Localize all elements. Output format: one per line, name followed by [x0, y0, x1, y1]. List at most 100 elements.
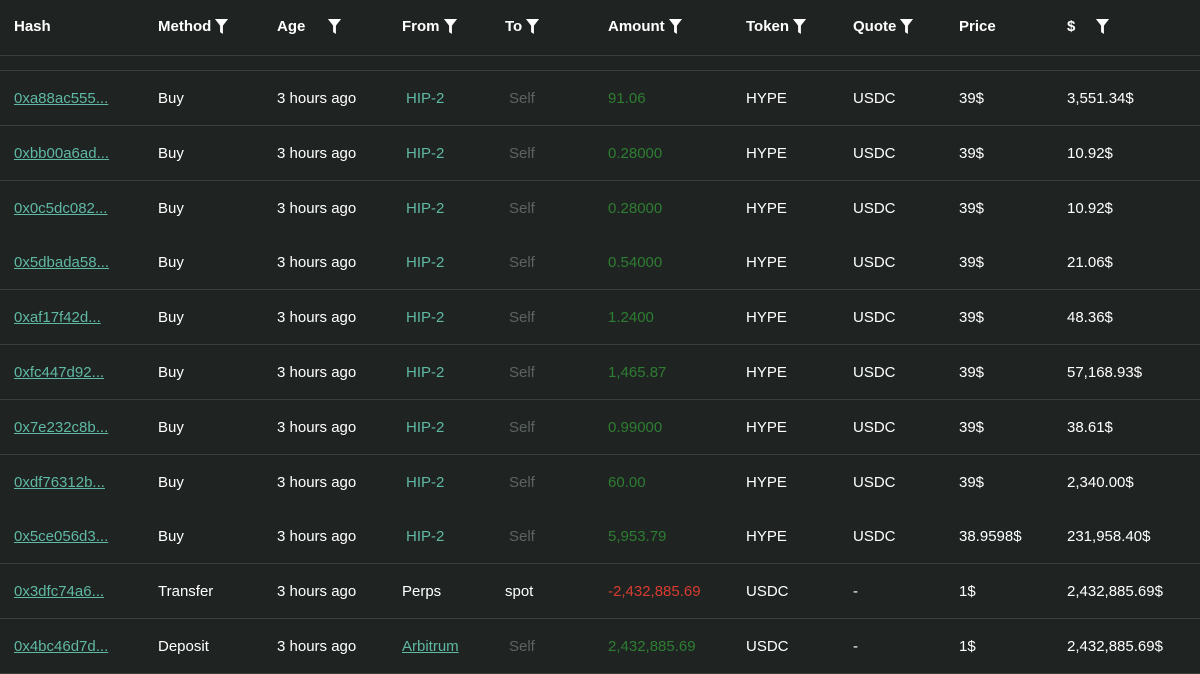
amount-cell: 0.99000 [608, 418, 663, 436]
hash-link[interactable]: 0xa88ac555... [14, 90, 108, 107]
quote-cell: USDC [853, 199, 896, 217]
quote-cell: USDC [853, 253, 896, 271]
price-cell: 39$ [959, 308, 985, 326]
column-label: From [402, 17, 440, 35]
quote-cell: USDC [853, 89, 896, 107]
hash-link[interactable]: 0xaf17f42d... [14, 309, 101, 326]
column-header-to[interactable]: To [505, 0, 540, 52]
column-header-amount[interactable]: Amount [608, 0, 683, 52]
column-label: Method [158, 17, 212, 35]
hash-link[interactable]: 0xbb00a6ad... [14, 145, 109, 162]
amount-cell: 2,432,885.69 [608, 637, 696, 655]
from-cell[interactable]: HIP-2 [406, 474, 444, 491]
price-cell: 39$ [959, 418, 985, 436]
age-cell: 3 hours ago [277, 473, 357, 491]
column-label: Amount [608, 17, 665, 35]
token-cell: HYPE [746, 308, 787, 326]
hash-link[interactable]: 0x3dfc74a6... [14, 583, 104, 600]
filter-icon[interactable] [792, 18, 807, 35]
column-header-usd[interactable]: $ [1067, 0, 1110, 52]
column-label: Price [959, 17, 996, 35]
price-cell: 39$ [959, 473, 985, 491]
table-row[interactable]: 0xa88ac555... Buy 3 hours ago HIP-2 Self 91.0… [0, 71, 1200, 126]
age-cell: 3 hours ago [277, 308, 357, 326]
table-row[interactable]: 0x5ce056d3... Buy 3 hours ago HIP-2 Self 5,95… [0, 509, 1200, 564]
from-cell[interactable]: HIP-2 [406, 90, 444, 107]
column-header-quote[interactable]: Quote [853, 0, 914, 52]
hash-link[interactable]: 0x0c5dc082... [14, 200, 107, 217]
column-label: Token [746, 17, 790, 35]
filter-icon[interactable] [899, 18, 914, 35]
column-header-method[interactable]: Method [158, 0, 229, 52]
usd-value-cell: 10.92$ [1067, 199, 1113, 217]
from-cell[interactable]: HIP-2 [406, 309, 444, 326]
column-header-price[interactable]: Price [959, 0, 996, 52]
to-cell: Self [509, 144, 535, 162]
usd-value-cell: 2,340.00$ [1067, 473, 1134, 491]
price-cell: 39$ [959, 253, 985, 271]
from-cell[interactable]: HIP-2 [406, 254, 444, 271]
table-row[interactable]: 0xbb00a6ad... Buy 3 hours ago HIP-2 Self 0.28… [0, 126, 1200, 181]
from-cell[interactable]: HIP-2 [406, 145, 444, 162]
from-cell[interactable]: Arbitrum [402, 638, 459, 655]
from-cell[interactable]: HIP-2 [406, 528, 444, 545]
hash-link[interactable]: 0x5dbada58... [14, 254, 109, 271]
from-cell[interactable]: HIP-2 [406, 419, 444, 436]
hash-link[interactable]: 0x5ce056d3... [14, 528, 108, 545]
filter-icon[interactable] [327, 18, 342, 35]
table-row[interactable]: 0x7e232c8b... Buy 3 hours ago HIP-2 Self 0.99… [0, 400, 1200, 455]
method-cell: Buy [158, 363, 184, 381]
column-header-from[interactable]: From [402, 0, 458, 52]
filter-icon[interactable] [214, 18, 229, 35]
amount-cell: 0.28000 [608, 144, 663, 162]
table-row[interactable]: 0x4bc46d7d... Deposit 3 hours ago Arbitrum S… [0, 619, 1200, 674]
column-label: Quote [853, 17, 897, 35]
price-cell: 39$ [959, 363, 985, 381]
filter-icon[interactable] [443, 18, 458, 35]
hash-link[interactable]: 0xfc447d92... [14, 364, 104, 381]
age-cell: 3 hours ago [277, 199, 357, 217]
hash-link[interactable]: 0x7e232c8b... [14, 419, 108, 436]
usd-value-cell: 38.61$ [1067, 418, 1113, 436]
table-row[interactable]: 0xfc447d92... Buy 3 hours ago HIP-2 Self 1,46… [0, 345, 1200, 400]
method-cell: Buy [158, 89, 184, 107]
from-cell[interactable]: HIP-2 [406, 364, 444, 381]
column-label: Hash [14, 17, 51, 35]
table-row[interactable]: 0xaf17f42d... Buy 3 hours ago HIP-2 Self 1.24… [0, 290, 1200, 345]
filter-icon[interactable] [668, 18, 683, 35]
table-row[interactable]: 0x5dbada58... Buy 3 hours ago HIP-2 Self 0.54… [0, 235, 1200, 290]
token-cell: HYPE [746, 527, 787, 545]
table-row[interactable]: 0x3dfc74a6... Transfer 3 hours ago Perps spo… [0, 564, 1200, 619]
hash-link[interactable]: 0x4bc46d7d... [14, 638, 108, 655]
table-row[interactable]: 0x0c5dc082... Buy 3 hours ago HIP-2 Self 0.28… [0, 181, 1200, 236]
column-header-token[interactable]: Token [746, 0, 807, 52]
method-cell: Buy [158, 253, 184, 271]
usd-value-cell: 48.36$ [1067, 308, 1113, 326]
quote-cell: - [853, 637, 858, 655]
filter-icon[interactable] [1095, 18, 1110, 35]
method-cell: Buy [158, 418, 184, 436]
to-cell: Self [509, 363, 535, 381]
quote-cell: USDC [853, 418, 896, 436]
token-cell: HYPE [746, 144, 787, 162]
token-cell: HYPE [746, 363, 787, 381]
filter-icon[interactable] [525, 18, 540, 35]
to-cell: Self [509, 89, 535, 107]
usd-value-cell: 21.06$ [1067, 253, 1113, 271]
table-row[interactable]: 0xdf76312b... Buy 3 hours ago HIP-2 Self 60.0… [0, 455, 1200, 510]
age-cell: 3 hours ago [277, 89, 357, 107]
quote-cell: USDC [853, 308, 896, 326]
to-cell: Self [509, 418, 535, 436]
method-cell: Buy [158, 308, 184, 326]
column-header-age[interactable]: Age [277, 0, 342, 52]
from-cell[interactable]: HIP-2 [406, 200, 444, 217]
hash-link[interactable]: 0xdf76312b... [14, 474, 105, 491]
to-cell: Self [509, 637, 535, 655]
token-cell: HYPE [746, 89, 787, 107]
column-header-hash[interactable]: Hash [14, 0, 51, 52]
amount-cell: 0.28000 [608, 199, 663, 217]
to-cell: Self [509, 253, 535, 271]
method-cell: Buy [158, 527, 184, 545]
price-cell: 1$ [959, 637, 976, 655]
token-cell: HYPE [746, 199, 787, 217]
